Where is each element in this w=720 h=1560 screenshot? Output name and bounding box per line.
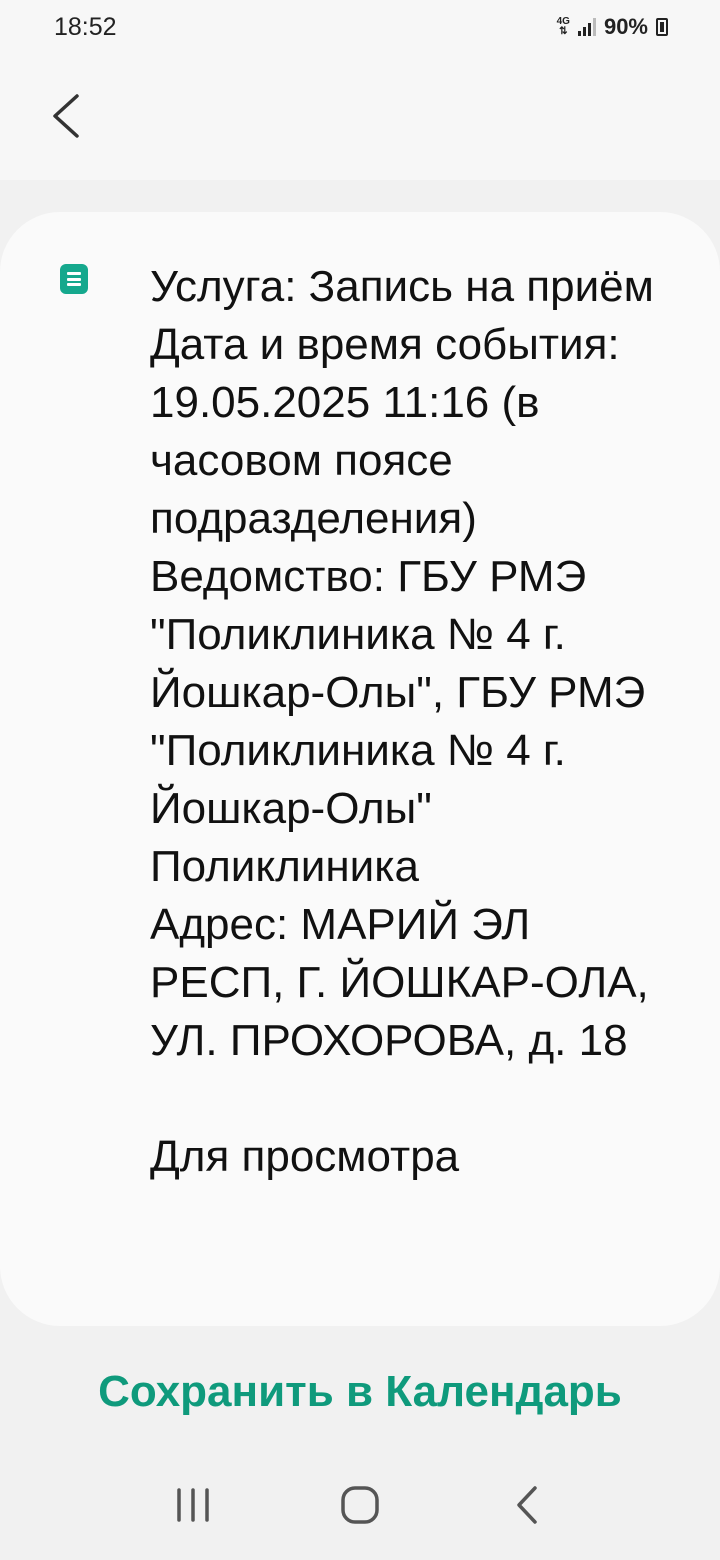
- home-icon: [341, 1486, 379, 1524]
- data-arrows-icon: ⇅: [559, 26, 568, 37]
- back-button[interactable]: [36, 86, 96, 146]
- nav-back-icon: [516, 1486, 537, 1524]
- network-icon: 4G ⇅: [557, 17, 570, 37]
- recents-button[interactable]: [163, 1475, 223, 1535]
- message-icon: [60, 264, 88, 294]
- back-arrow-icon: [53, 94, 79, 138]
- message-card: Услуга: Запись на приём Дата и время соб…: [0, 212, 720, 1326]
- navigation-bar: [0, 1450, 720, 1560]
- battery-icon: [656, 18, 668, 36]
- home-button[interactable]: [330, 1475, 390, 1535]
- nav-back-button[interactable]: [497, 1475, 557, 1535]
- save-to-calendar-button[interactable]: Сохранить в Календарь: [0, 1350, 720, 1434]
- status-bar: 18:52 4G ⇅ 90%: [0, 0, 720, 56]
- recents-icon: [177, 1488, 210, 1522]
- status-indicators: 4G ⇅ 90%: [557, 14, 668, 40]
- status-time: 18:52: [54, 13, 117, 41]
- message-body[interactable]: Услуга: Запись на приём Дата и время соб…: [150, 258, 670, 1186]
- battery-percent: 90%: [603, 14, 648, 39]
- app-header: [0, 56, 720, 180]
- signal-icon: [577, 18, 596, 36]
